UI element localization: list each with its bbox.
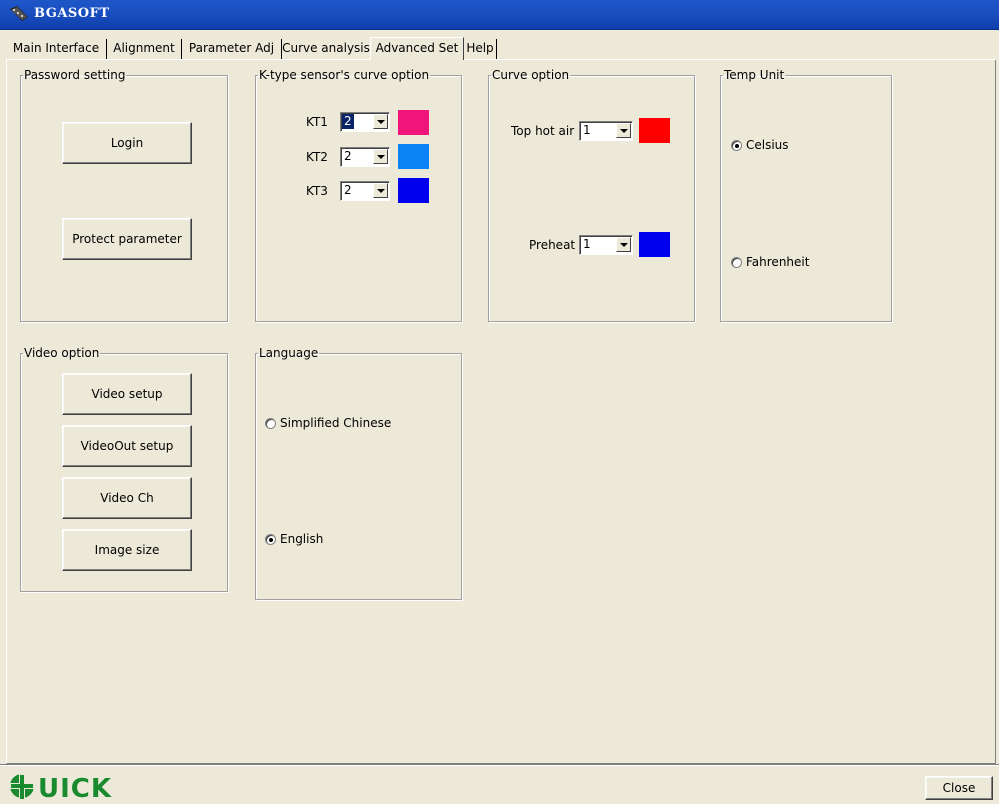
chevron-down-icon[interactable] [616,237,631,252]
kt3-select[interactable]: 2 [340,181,390,201]
tab-alignment[interactable]: Alignment [107,39,182,59]
kt1-label: KT1 [306,115,328,129]
window-title: BGASOFT [34,6,110,21]
kt2-label: KT2 [306,150,328,164]
top-hot-air-label: Top hot air [511,124,575,138]
tab-help[interactable]: Help [464,39,497,59]
close-button[interactable]: Close [925,776,993,800]
kt3-color-swatch[interactable] [398,178,429,203]
protect-parameter-button[interactable]: Protect parameter [62,218,192,260]
curve-option-group: Curve option [488,69,695,322]
kt3-label: KT3 [306,184,328,198]
preheat-value: 1 [583,237,591,251]
kt1-select[interactable]: 2 [340,112,390,132]
temp-unit-group: Temp Unit [720,69,892,322]
app-icon [10,6,28,21]
password-setting-legend: Password setting [24,68,126,82]
videoout-setup-button[interactable]: VideoOut setup [62,425,192,467]
kt1-select-value: 2 [342,114,354,129]
celsius-radio[interactable] [731,140,742,151]
kt2-select-value: 2 [344,149,352,163]
top-hot-air-value: 1 [583,123,591,137]
english-radio[interactable] [265,534,276,545]
video-ch-button[interactable]: Video Ch [62,477,192,519]
tab-parameter-adj[interactable]: Parameter Adj [182,39,282,59]
preheat-label: Preheat [529,238,576,252]
top-hot-air-select[interactable]: 1 [579,121,633,141]
kt2-select[interactable]: 2 [340,147,390,167]
image-size-button[interactable]: Image size [62,529,192,571]
video-setup-button[interactable]: Video setup [62,373,192,415]
celsius-label: Celsius [746,138,789,152]
logo-text: UICK [38,774,113,804]
fahrenheit-radio[interactable] [731,257,742,268]
footer-divider-highlight [0,765,999,766]
chevron-down-icon[interactable] [373,149,388,164]
preheat-color-swatch[interactable] [639,232,670,257]
language-group: Language [255,347,462,600]
tab-curve-analysis[interactable]: Curve analysis [282,39,370,59]
chevron-down-icon[interactable] [373,114,388,129]
password-setting-group: Password setting [20,69,228,322]
top-hot-air-color-swatch[interactable] [639,118,670,143]
language-legend: Language [259,346,319,360]
title-bar: BGASOFT [0,0,999,30]
preheat-select[interactable]: 1 [579,235,633,255]
kt3-select-value: 2 [344,183,352,197]
tab-main-interface[interactable]: Main Interface [6,39,107,59]
kt2-color-swatch[interactable] [398,144,429,169]
tab-advanced-set[interactable]: Advanced Set [370,37,464,60]
simplified-chinese-radio[interactable] [265,418,276,429]
fahrenheit-label: Fahrenheit [746,255,810,269]
kt1-color-swatch[interactable] [398,110,429,135]
login-button[interactable]: Login [62,122,192,164]
chevron-down-icon[interactable] [616,123,631,138]
logo-mark-icon [10,774,34,800]
english-label: English [280,532,324,546]
video-option-legend: Video option [24,346,100,360]
curve-option-legend: Curve option [492,68,570,82]
chevron-down-icon[interactable] [373,183,388,198]
ktype-curve-legend: K-type sensor's curve option [259,68,430,82]
simplified-chinese-label: Simplified Chinese [280,416,392,430]
temp-unit-legend: Temp Unit [724,68,785,82]
